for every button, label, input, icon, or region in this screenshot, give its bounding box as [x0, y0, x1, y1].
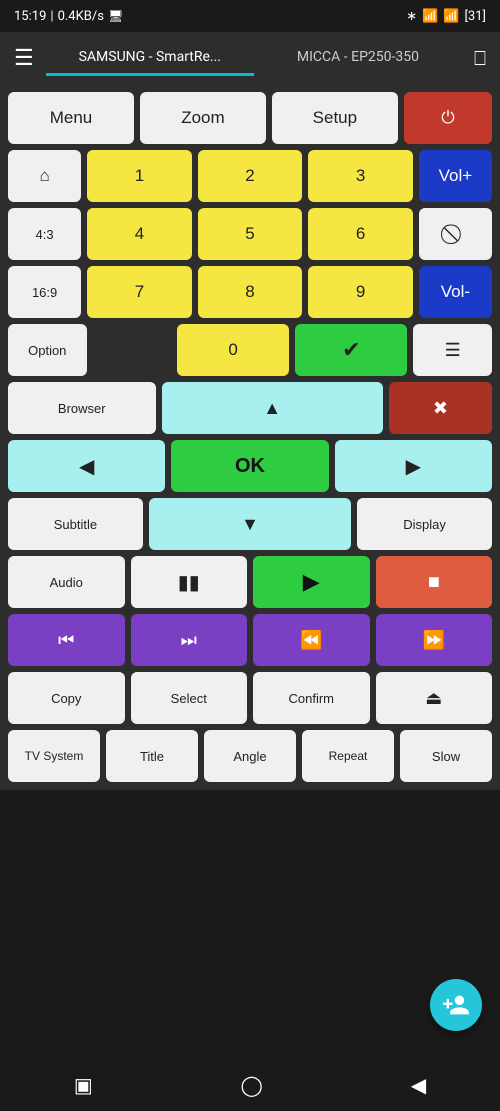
- option-button[interactable]: Option: [8, 324, 87, 376]
- row-audio: Audio ▮▮ ▶ ■: [8, 556, 492, 608]
- row-option: Option 0 ✔ ☰: [8, 324, 492, 376]
- wifi-icon: 📶: [443, 9, 459, 24]
- remote-control: Menu Zoom Setup ⏻ ⌂ 1 2 3 Vol+ 4:3 4 5 6…: [0, 84, 500, 790]
- browser-button[interactable]: Browser: [8, 382, 156, 434]
- nav-home-button[interactable]: ◯: [221, 1065, 283, 1105]
- spacer: [0, 790, 500, 1059]
- pause-button[interactable]: ▮▮: [131, 556, 248, 608]
- repeat-button[interactable]: Repeat: [302, 730, 394, 782]
- hamburger-menu[interactable]: ☰: [10, 42, 38, 75]
- num7-button[interactable]: 7: [87, 266, 192, 318]
- check-button[interactable]: ✔: [295, 324, 407, 376]
- fastforward-button[interactable]: ⏩: [376, 614, 493, 666]
- num6-button[interactable]: 6: [308, 208, 413, 260]
- title-button[interactable]: Title: [106, 730, 198, 782]
- num4-button[interactable]: 4: [87, 208, 192, 260]
- num9-button[interactable]: 9: [308, 266, 413, 318]
- right-button[interactable]: ▶: [335, 440, 492, 492]
- angle-button[interactable]: Angle: [204, 730, 296, 782]
- menu-button[interactable]: Menu: [8, 92, 134, 144]
- close-button[interactable]: ✖: [389, 382, 492, 434]
- row-123: ⌂ 1 2 3 Vol+: [8, 150, 492, 202]
- play-button[interactable]: ▶: [253, 556, 370, 608]
- num2-button[interactable]: 2: [198, 150, 303, 202]
- num8-button[interactable]: 8: [198, 266, 303, 318]
- data-speed: |: [50, 9, 53, 24]
- tvsystem-button[interactable]: TV System: [8, 730, 100, 782]
- home-button[interactable]: ⌂: [8, 150, 81, 202]
- copy-button[interactable]: Copy: [8, 672, 125, 724]
- slow-button[interactable]: Slow: [400, 730, 492, 782]
- num1-button[interactable]: 1: [87, 150, 192, 202]
- vol-minus-button[interactable]: Vol-: [419, 266, 492, 318]
- power-button[interactable]: ⏻: [404, 92, 492, 144]
- subtitle-button[interactable]: Subtitle: [8, 498, 143, 550]
- down-button[interactable]: ▼: [149, 498, 351, 550]
- tab-micca[interactable]: MICCA - EP250-350: [254, 41, 462, 76]
- nav-tabs: SAMSUNG - SmartRe... MICCA - EP250-350: [46, 41, 462, 76]
- bluetooth-icon: ∗: [406, 9, 417, 24]
- num3-button[interactable]: 3: [308, 150, 413, 202]
- vol-plus-button[interactable]: Vol+: [419, 150, 492, 202]
- aspect43-button[interactable]: 4:3: [8, 208, 81, 260]
- screen-icon: 🖥: [108, 9, 123, 23]
- list-button[interactable]: ☰: [413, 324, 492, 376]
- home-icon: ⌂: [39, 166, 49, 186]
- skip-prev-button[interactable]: ⏮: [8, 614, 125, 666]
- rewind-button[interactable]: ⏪: [253, 614, 370, 666]
- cast-icon[interactable]: ⎕: [470, 42, 490, 74]
- display-button[interactable]: Display: [357, 498, 492, 550]
- row-menu: Menu Zoom Setup ⏻: [8, 92, 492, 144]
- up-button[interactable]: ▲: [162, 382, 383, 434]
- num5-button[interactable]: 5: [198, 208, 303, 260]
- setup-button[interactable]: Setup: [272, 92, 398, 144]
- fab-button[interactable]: [430, 979, 482, 1031]
- nav-bottom: ▣ ◯ ◀: [0, 1059, 500, 1111]
- top-nav: ☰ SAMSUNG - SmartRe... MICCA - EP250-350…: [0, 32, 500, 84]
- person-add-icon: [442, 991, 470, 1019]
- left-button[interactable]: ◀: [8, 440, 165, 492]
- confirm-button[interactable]: Confirm: [253, 672, 370, 724]
- nav-back-button[interactable]: ◀: [391, 1065, 446, 1105]
- row-browser: Browser ▲ ✖: [8, 382, 492, 434]
- eject-button[interactable]: ⏏: [376, 672, 493, 724]
- row-subtitle: Subtitle ▼ Display: [8, 498, 492, 550]
- battery-icon: [31]: [464, 9, 486, 24]
- signal-icon: 📶: [422, 9, 438, 24]
- skip-next-button[interactable]: ⏭: [131, 614, 248, 666]
- row-456: 4:3 4 5 6 ⃠: [8, 208, 492, 260]
- tab-samsung[interactable]: SAMSUNG - SmartRe...: [46, 41, 254, 76]
- ok-button[interactable]: OK: [171, 440, 328, 492]
- mute-button[interactable]: ⃠: [419, 208, 492, 260]
- row-copy: Copy Select Confirm ⏏: [8, 672, 492, 724]
- row-tvsystem: TV System Title Angle Repeat Slow: [8, 730, 492, 782]
- select-button[interactable]: Select: [131, 672, 248, 724]
- audio-button[interactable]: Audio: [8, 556, 125, 608]
- row-skip: ⏮ ⏭ ⏪ ⏩: [8, 614, 492, 666]
- data-rate: 0.4KB/s: [58, 9, 104, 24]
- status-bar: 15:19 | 0.4KB/s 🖥 ∗ 📶 📶 [31]: [0, 0, 500, 32]
- power-icon: ⏻: [441, 108, 454, 128]
- time: 15:19: [14, 9, 46, 24]
- num0-button[interactable]: 0: [177, 324, 289, 376]
- row-ok: ◀ OK ▶: [8, 440, 492, 492]
- nav-square-button[interactable]: ▣: [54, 1065, 113, 1105]
- stop-button[interactable]: ■: [376, 556, 493, 608]
- zoom-button[interactable]: Zoom: [140, 92, 266, 144]
- aspect169-button[interactable]: 16:9: [8, 266, 81, 318]
- row-789: 16:9 7 8 9 Vol-: [8, 266, 492, 318]
